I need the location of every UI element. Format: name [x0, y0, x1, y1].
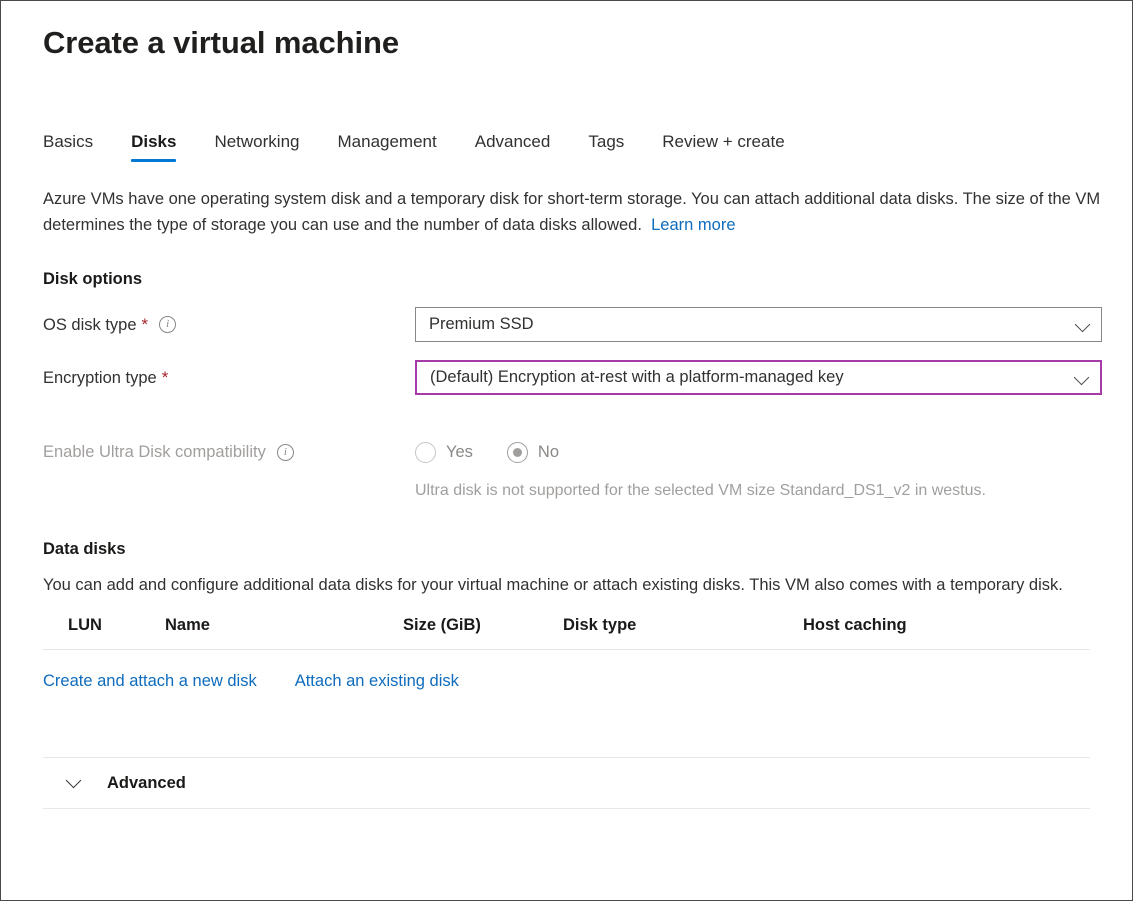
tab-networking-label: Networking: [214, 132, 300, 151]
os-disk-type-required-marker: *: [141, 315, 149, 334]
column-header-name: Name: [165, 616, 403, 650]
tab-advanced[interactable]: Advanced: [475, 131, 551, 162]
tab-management[interactable]: Management: [338, 131, 437, 162]
ultra-disk-row: Enable Ultra Disk compatibility i Yes No: [43, 435, 1102, 469]
encryption-type-value: (Default) Encryption at-rest with a plat…: [430, 368, 844, 386]
helper-spacer: [43, 480, 415, 502]
os-disk-type-dropdown[interactable]: Premium SSD: [415, 307, 1102, 342]
disks-intro-body: Azure VMs have one operating system disk…: [43, 190, 1101, 234]
advanced-accordion-header[interactable]: Advanced: [43, 758, 1090, 808]
chevron-down-icon: [1073, 369, 1090, 385]
ultra-disk-helper-row: Ultra disk is not supported for the sele…: [43, 480, 1102, 502]
data-disks-description: You can add and configure additional dat…: [43, 576, 1063, 594]
attach-existing-disk-link[interactable]: Attach an existing disk: [295, 672, 459, 691]
encryption-type-dropdown[interactable]: (Default) Encryption at-rest with a plat…: [415, 360, 1102, 395]
data-disk-actions: Create and attach a new disk Attach an e…: [43, 672, 1102, 691]
os-disk-type-label-group: OS disk type * i: [43, 314, 415, 336]
ultra-disk-radio-group: Yes No: [415, 438, 1102, 466]
chevron-down-icon: [65, 772, 82, 789]
column-header-disk-type: Disk type: [563, 616, 803, 650]
encryption-type-row: Encryption type * (Default) Encryption a…: [43, 360, 1102, 395]
info-icon[interactable]: i: [276, 443, 294, 461]
os-disk-type-value: Premium SSD: [429, 315, 534, 333]
tab-tags[interactable]: Tags: [588, 131, 624, 162]
tab-advanced-label: Advanced: [474, 132, 551, 151]
learn-more-link[interactable]: Learn more: [651, 216, 735, 234]
page-title: Create a virtual machine: [43, 25, 399, 60]
tab-disks-label: Disks: [131, 132, 177, 151]
advanced-accordion: Advanced: [43, 757, 1090, 809]
ultra-disk-radio-no-label: No: [537, 443, 560, 461]
column-header-size: Size (GiB): [403, 616, 563, 650]
tab-management-label: Management: [337, 132, 437, 151]
ultra-disk-helper-text: Ultra disk is not supported for the sele…: [415, 482, 986, 499]
data-disks-table: LUN Name Size (GiB) Disk type Host cachi…: [43, 616, 1090, 650]
chevron-down-icon: [1074, 316, 1091, 332]
ultra-disk-radio-yes[interactable]: Yes: [415, 441, 473, 463]
column-header-lun: LUN: [43, 616, 165, 650]
encryption-type-label-group: Encryption type *: [43, 367, 415, 389]
column-header-host-caching: Host caching: [803, 616, 1090, 650]
encryption-type-label: Encryption type: [43, 368, 157, 387]
disk-options-heading: Disk options: [43, 270, 143, 288]
create-and-attach-new-disk-link[interactable]: Create and attach a new disk: [43, 672, 257, 691]
radio-icon: [415, 441, 436, 463]
ultra-disk-control: Yes No: [415, 438, 1102, 466]
os-disk-type-control: Premium SSD: [415, 307, 1102, 342]
tab-tags-label: Tags: [588, 132, 625, 151]
tab-review-create[interactable]: Review + create: [662, 131, 784, 162]
ultra-disk-label: Enable Ultra Disk compatibility: [43, 443, 266, 461]
tab-basics-label: Basics: [43, 132, 94, 151]
page-content: Create a virtual machine Basics Disks Ne…: [1, 1, 1132, 809]
data-disks-heading: Data disks: [43, 540, 126, 558]
ultra-disk-radio-no[interactable]: No: [506, 441, 560, 463]
wizard-tab-bar: Basics Disks Networking Management Advan…: [43, 126, 1102, 162]
radio-selected-icon: [506, 441, 528, 463]
data-disks-table-head: LUN Name Size (GiB) Disk type Host cachi…: [43, 616, 1090, 650]
tab-networking[interactable]: Networking: [214, 131, 299, 162]
ultra-disk-radio-yes-label: Yes: [446, 443, 473, 461]
os-disk-type-row: OS disk type * i Premium SSD: [43, 307, 1102, 342]
info-icon[interactable]: i: [159, 316, 177, 333]
create-vm-page: Create a virtual machine Basics Disks Ne…: [0, 0, 1133, 901]
advanced-accordion-title: Advanced: [107, 773, 186, 792]
encryption-type-required-marker: *: [161, 368, 169, 387]
table-header-row: LUN Name Size (GiB) Disk type Host cachi…: [43, 616, 1090, 650]
disks-intro-text: Azure VMs have one operating system disk…: [43, 186, 1102, 238]
tab-review-create-label: Review + create: [662, 132, 785, 151]
encryption-type-control: (Default) Encryption at-rest with a plat…: [415, 360, 1102, 395]
tab-basics[interactable]: Basics: [43, 131, 93, 162]
tab-disks[interactable]: Disks: [131, 131, 177, 162]
os-disk-type-label: OS disk type: [43, 315, 137, 334]
ultra-disk-label-group: Enable Ultra Disk compatibility i: [43, 441, 415, 463]
